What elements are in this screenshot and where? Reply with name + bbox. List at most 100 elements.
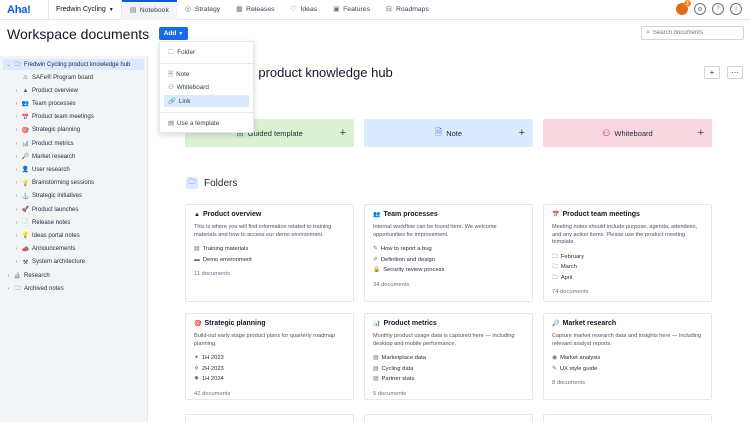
chevron-right-icon[interactable]: › bbox=[14, 101, 19, 107]
list-item[interactable]: ▤ Marketplace data bbox=[373, 353, 524, 364]
chevron-right-icon[interactable]: › bbox=[14, 233, 19, 239]
folder-card[interactable]: 🔎 Market research Capture market research … bbox=[543, 313, 712, 400]
folder-card[interactable]: 📅 Product team meetings Meeting notes shou… bbox=[543, 204, 712, 302]
folder-card-title[interactable]: ▲ Product overview bbox=[194, 211, 345, 218]
sidebar-item[interactable]: › ⚓ Strategic initiatives bbox=[14, 191, 144, 202]
tab-features[interactable]: ▣ Features bbox=[325, 0, 378, 20]
help-icon[interactable]: ? bbox=[712, 3, 724, 15]
list-item[interactable]: ✎ How to report a bug bbox=[373, 244, 524, 255]
sidebar-item[interactable]: › 👥 Team processes bbox=[14, 98, 144, 109]
chevron-right-icon[interactable]: › bbox=[14, 127, 19, 133]
add-menu-note[interactable]: 🗎 Note bbox=[164, 68, 249, 80]
avatar[interactable]: 1 bbox=[676, 0, 691, 15]
document-icon: ▤ bbox=[373, 365, 379, 372]
chevron-right-icon[interactable]: › bbox=[14, 259, 19, 265]
list-item[interactable]: ⚱ 2H 2023 bbox=[194, 364, 345, 375]
folder-card[interactable] bbox=[543, 414, 712, 422]
add-menu-whiteboard[interactable]: ⚇ Whiteboard bbox=[164, 81, 249, 93]
add-menu-link[interactable]: 🔗 Link bbox=[164, 95, 249, 107]
list-item[interactable]: ▤ Training materials bbox=[194, 244, 345, 255]
sidebar-item[interactable]: › 📣 Announcements bbox=[14, 244, 144, 255]
folder-card[interactable] bbox=[185, 414, 354, 422]
chevron-right-icon[interactable]: › bbox=[14, 141, 19, 147]
folder-card-description: Capture market research data and insight… bbox=[552, 333, 702, 347]
document-icon: ▬ bbox=[194, 256, 200, 263]
more-options-button[interactable]: ⋯ bbox=[727, 66, 743, 79]
chevron-down-icon[interactable]: ⌄ bbox=[6, 62, 11, 68]
folder-card[interactable]: 🎯 Strategic planning Build-out early stage… bbox=[185, 313, 354, 400]
list-item[interactable]: ◉ Market analysis bbox=[552, 353, 703, 364]
settings-icon[interactable]: ⚙ bbox=[694, 3, 706, 15]
info-icon[interactable]: i bbox=[730, 3, 742, 15]
aha-logo[interactable]: Aha! bbox=[0, 4, 48, 16]
folder-card-title[interactable]: 📅 Product team meetings bbox=[552, 211, 703, 218]
sidebar-item[interactable]: › ▲ Product overview bbox=[14, 85, 144, 96]
folder-card[interactable] bbox=[364, 414, 533, 422]
list-item[interactable]: ✦ 1H 2023 bbox=[194, 353, 345, 364]
folder-card-title[interactable]: 🎯 Strategic planning bbox=[194, 320, 345, 327]
folder-emoji-icon: 👥 bbox=[21, 101, 30, 108]
sidebar-item[interactable]: › 📄 Release notes bbox=[14, 217, 144, 228]
list-item[interactable]: 🔒 Security review process bbox=[373, 265, 524, 276]
create-card-note[interactable]: 🗎 Note + bbox=[364, 119, 533, 147]
document-count: 8 documents bbox=[552, 380, 586, 386]
tab-roadmaps[interactable]: ⊟ Roadmaps bbox=[378, 0, 437, 20]
document-icon: 🔒 bbox=[373, 267, 381, 274]
sidebar-item[interactable]: › 💡 Ideas portal notes bbox=[14, 230, 144, 241]
sidebar-item-root[interactable]: ⌄ 🗀 Fredwin Cycling product knowledge hu… bbox=[3, 59, 144, 70]
folder-card-title[interactable]: 🔎 Market research bbox=[552, 320, 703, 327]
tab-ideas[interactable]: ♡ Ideas bbox=[283, 0, 326, 20]
folder-card-title[interactable]: 📊 Product metrics bbox=[373, 320, 524, 327]
folder-card-title[interactable]: 👥 Team processes bbox=[373, 211, 524, 218]
add-button[interactable]: Add ▼ bbox=[159, 27, 188, 40]
list-item[interactable]: ✸ 1H 2024 bbox=[194, 374, 345, 385]
chevron-right-icon[interactable]: › bbox=[14, 88, 19, 94]
sidebar-item[interactable]: › 👤 User research bbox=[14, 164, 144, 175]
folder-card[interactable]: 📊 Product metrics Monthly product usage da… bbox=[364, 313, 533, 400]
list-item[interactable]: ▤ Partner stats bbox=[373, 374, 524, 385]
sidebar-item[interactable]: ⚠ SAFe® Program board bbox=[14, 72, 144, 83]
add-to-hub-button[interactable]: + bbox=[704, 66, 720, 79]
sidebar-item[interactable]: › 🎯 Strategic planning bbox=[14, 125, 144, 136]
search-input[interactable] bbox=[652, 30, 738, 36]
chevron-right-icon[interactable]: › bbox=[14, 193, 19, 199]
sidebar-item[interactable]: › 📅 Product team meetings bbox=[14, 112, 144, 123]
tab-notebook[interactable]: ▤ Notebook bbox=[121, 0, 177, 20]
tab-releases[interactable]: ▦ Releases bbox=[228, 0, 282, 20]
create-card-whiteboard[interactable]: ⚇ Whiteboard + bbox=[543, 119, 712, 147]
chevron-right-icon[interactable]: › bbox=[14, 220, 19, 226]
list-item[interactable]: 🗀 February bbox=[552, 252, 703, 263]
chevron-right-icon[interactable]: › bbox=[14, 167, 19, 173]
document-icon: ▤ bbox=[373, 355, 379, 362]
chevron-right-icon[interactable]: › bbox=[14, 246, 19, 252]
sidebar-item[interactable]: › 🗀 Archived notes bbox=[6, 283, 144, 294]
chevron-right-icon[interactable]: › bbox=[6, 273, 11, 279]
list-item[interactable]: ✐ Definition and design bbox=[373, 255, 524, 266]
sidebar-item[interactable]: › 🔬 Research bbox=[6, 270, 144, 281]
list-item[interactable]: 🗀 April bbox=[552, 273, 703, 284]
add-menu-folder[interactable]: 🗀 Folder bbox=[164, 46, 249, 58]
workspace-switcher[interactable]: Fredwin Cycling ▼ bbox=[48, 0, 122, 20]
search-box[interactable]: ⌕ bbox=[641, 26, 744, 40]
tab-strategy[interactable]: ◎ Strategy bbox=[177, 0, 228, 20]
list-item[interactable]: ▬ Demo environment bbox=[194, 255, 345, 266]
chevron-right-icon[interactable]: › bbox=[14, 154, 19, 160]
sidebar-item[interactable]: › ⚒ System architecture bbox=[14, 257, 144, 268]
sidebar-item[interactable]: › 🔎 Market research bbox=[14, 151, 144, 162]
folder-card[interactable]: ▲ Product overview This is where you will … bbox=[185, 204, 354, 302]
document-count: 74 documents bbox=[552, 289, 589, 295]
chevron-right-icon[interactable]: › bbox=[14, 114, 19, 120]
sidebar-item[interactable]: › 🚀 Product launches bbox=[14, 204, 144, 215]
chevron-right-icon[interactable]: › bbox=[6, 286, 11, 292]
folder-card[interactable]: 👥 Team processes Internal workflow can be … bbox=[364, 204, 533, 302]
add-menu-template[interactable]: ▤ Use a template bbox=[164, 117, 249, 129]
list-item[interactable]: 🗀 March bbox=[552, 262, 703, 273]
chevron-right-icon[interactable]: › bbox=[14, 180, 19, 186]
folder-card-items: ◉ Market analysis ✎ UX style guide bbox=[552, 353, 703, 374]
sidebar-item[interactable]: › 📊 Product metrics bbox=[14, 138, 144, 149]
folder-card-description: Monthly product usage data is captured h… bbox=[373, 333, 515, 347]
sidebar-item[interactable]: › 💡 Brainstorming sessions bbox=[14, 178, 144, 189]
list-item[interactable]: ✎ UX style guide bbox=[552, 364, 703, 375]
chevron-right-icon[interactable]: › bbox=[14, 207, 19, 213]
list-item[interactable]: ▤ Cycling data bbox=[373, 364, 524, 375]
